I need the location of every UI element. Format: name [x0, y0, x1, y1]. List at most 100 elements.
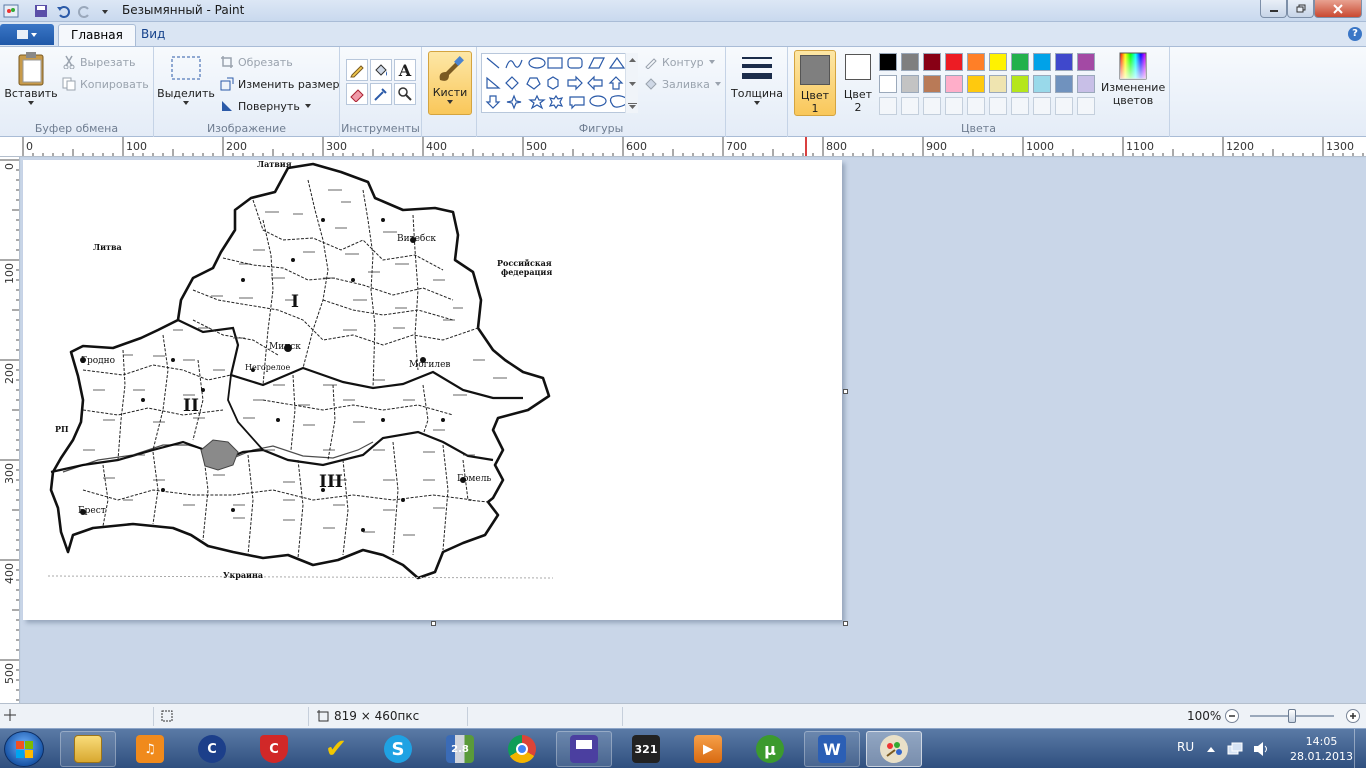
palette-color-swatch[interactable] [989, 75, 1007, 93]
size-button[interactable]: Толщина [730, 51, 784, 106]
palette-color-swatch[interactable] [1033, 75, 1051, 93]
redo-icon[interactable] [76, 2, 94, 20]
palette-color-swatch[interactable] [1011, 75, 1029, 93]
custom-color-slot[interactable] [879, 97, 897, 115]
taskbar-paint[interactable] [866, 731, 922, 767]
palette-color-swatch[interactable] [879, 75, 897, 93]
color-picker-tool[interactable] [370, 83, 392, 105]
custom-color-slot[interactable] [967, 97, 985, 115]
custom-color-slot[interactable] [945, 97, 963, 115]
taskbar-norton[interactable]: ✔ [308, 731, 364, 767]
palette-color-swatch[interactable] [1077, 53, 1095, 71]
taskbar-ccleaner[interactable]: C [184, 731, 240, 767]
pencil-tool[interactable] [346, 59, 368, 81]
show-hidden-icons[interactable] [1206, 743, 1216, 756]
resize-handle-corner[interactable] [843, 621, 848, 626]
cut-button[interactable]: Вырезать [62, 55, 135, 69]
taskbar-utorrent[interactable]: µ [742, 731, 798, 767]
palette-color-swatch[interactable] [945, 53, 963, 71]
palette-color-swatch[interactable] [989, 53, 1007, 71]
palette-color-swatch[interactable] [923, 53, 941, 71]
zoom-slider[interactable] [1250, 709, 1334, 723]
color2-button[interactable]: Цвет 2 [838, 50, 878, 116]
help-icon[interactable]: ? [1348, 27, 1362, 41]
show-desktop-button[interactable] [1354, 729, 1366, 768]
taskbar-music-player[interactable]: ♫ [122, 731, 178, 767]
palette-color-swatch[interactable] [901, 53, 919, 71]
save-icon[interactable] [32, 2, 50, 20]
minimize-button[interactable] [1260, 0, 1287, 18]
paste-button[interactable]: Вставить [4, 51, 58, 106]
outline-brush-icon [645, 58, 657, 69]
taskbar-video-player[interactable]: ▶ [680, 731, 736, 767]
palette-color-swatch[interactable] [967, 53, 985, 71]
shapes-gallery[interactable] [481, 53, 638, 113]
music-app-icon: ♫ [136, 735, 164, 763]
select-button[interactable]: Выделить [157, 51, 215, 106]
palette-color-swatch[interactable] [879, 53, 897, 71]
color1-swatch [800, 55, 830, 85]
tab-home[interactable]: Главная [58, 24, 136, 46]
custom-color-slot[interactable] [1077, 97, 1095, 115]
resize-button[interactable]: Изменить размер [220, 77, 340, 91]
palette-color-swatch[interactable] [967, 75, 985, 93]
taskbar-antivirus[interactable]: C [246, 731, 302, 767]
label-zone-3: III [319, 472, 343, 492]
color1-button[interactable]: Цвет 1 [794, 50, 836, 116]
zoom-slider-thumb[interactable] [1288, 709, 1296, 723]
start-button[interactable] [4, 731, 44, 767]
fill-button[interactable]: Заливка [644, 77, 722, 91]
rotate-button[interactable]: Повернуть [220, 99, 312, 113]
fill-tool[interactable] [370, 59, 392, 81]
zoom-in-button[interactable] [1345, 708, 1361, 724]
taskbar-explorer[interactable] [60, 731, 116, 767]
maximize-button[interactable] [1287, 0, 1314, 18]
custom-color-slot[interactable] [1033, 97, 1051, 115]
outline-button[interactable]: Контур [644, 55, 716, 69]
network-icon[interactable] [1226, 740, 1244, 761]
palette-color-swatch[interactable] [901, 75, 919, 93]
resize-handle-bottom[interactable] [431, 621, 436, 626]
paint-menu-button[interactable] [0, 24, 54, 45]
taskbar-media-player-classic[interactable]: 321 [618, 731, 674, 767]
custom-color-slot[interactable] [989, 97, 1007, 115]
palette-color-swatch[interactable] [1055, 53, 1073, 71]
copy-button[interactable]: Копировать [62, 77, 149, 91]
canvas-workspace[interactable]: Латвия Литва Российская федерация РП Укр… [21, 158, 1366, 703]
magnifier-tool[interactable] [394, 83, 416, 105]
close-button[interactable] [1314, 0, 1362, 18]
palette-color-swatch[interactable] [1033, 53, 1051, 71]
shapes-scroll[interactable] [625, 53, 638, 113]
zoom-out-button[interactable] [1224, 708, 1240, 724]
custom-color-slot[interactable] [1055, 97, 1073, 115]
taskbar-save-app[interactable] [556, 731, 612, 767]
taskbar-word[interactable]: W [804, 731, 860, 767]
eraser-tool[interactable] [346, 83, 368, 105]
resize-handle-right[interactable] [843, 389, 848, 394]
palette-color-swatch[interactable] [1055, 75, 1073, 93]
palette-color-swatch[interactable] [1077, 75, 1095, 93]
language-indicator[interactable]: RU [1177, 740, 1194, 754]
taskbar-archiver[interactable]: 2.8 [432, 731, 488, 767]
palette-color-swatch[interactable] [945, 75, 963, 93]
edit-colors-button[interactable]: Изменение цветов [1098, 51, 1168, 107]
text-tool[interactable]: A [394, 59, 416, 81]
taskbar-skype[interactable]: S [370, 731, 426, 767]
volume-icon[interactable] [1252, 740, 1270, 761]
window-title: Безымянный - Paint [122, 3, 245, 17]
custom-color-slot[interactable] [923, 97, 941, 115]
drawing-canvas[interactable]: Латвия Литва Российская федерация РП Укр… [23, 160, 842, 620]
palette-color-swatch[interactable] [1011, 53, 1029, 71]
tab-view[interactable]: Вид [129, 24, 177, 46]
paint-app-icon[interactable] [2, 2, 20, 20]
crop-button[interactable]: Обрезать [220, 55, 293, 69]
undo-icon[interactable] [54, 2, 72, 20]
taskbar-chrome[interactable] [494, 731, 550, 767]
palette-color-swatch[interactable] [923, 75, 941, 93]
brushes-button[interactable]: Кисти [428, 51, 472, 115]
custom-color-slot[interactable] [901, 97, 919, 115]
taskbar-clock[interactable]: 14:05 28.01.2013 [1290, 734, 1353, 764]
label-zone-2: II [183, 396, 199, 416]
custom-color-slot[interactable] [1011, 97, 1029, 115]
customize-quick-access-icon[interactable] [96, 2, 114, 20]
